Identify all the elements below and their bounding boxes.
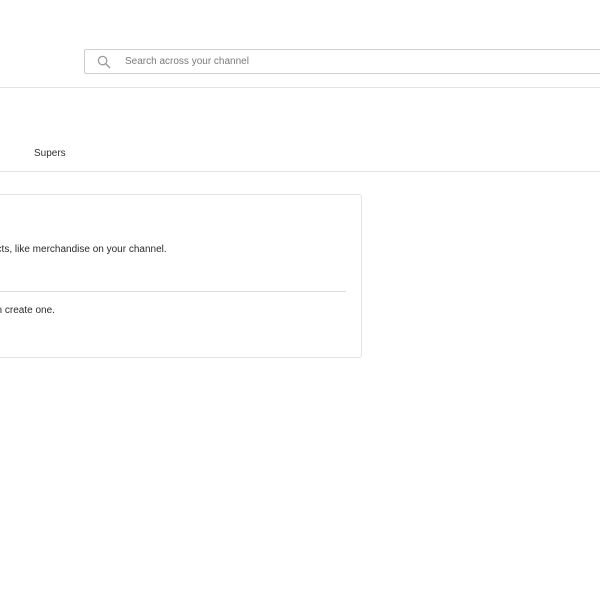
search-input[interactable]: [125, 50, 595, 73]
search-box[interactable]: [84, 49, 600, 74]
card-description: ucts, like merchandise on your channel.: [0, 244, 167, 255]
card-divider: [0, 291, 346, 292]
tab-bar: s Supers: [0, 140, 600, 172]
info-card: ucts, like merchandise on your channel. …: [0, 194, 362, 358]
card-message: an create one.: [0, 305, 55, 316]
tab-supers[interactable]: Supers: [34, 148, 66, 159]
studio-page: s Supers ucts, like merchandise on your …: [0, 0, 600, 600]
top-bar: [0, 0, 600, 88]
search-icon: [97, 55, 111, 69]
